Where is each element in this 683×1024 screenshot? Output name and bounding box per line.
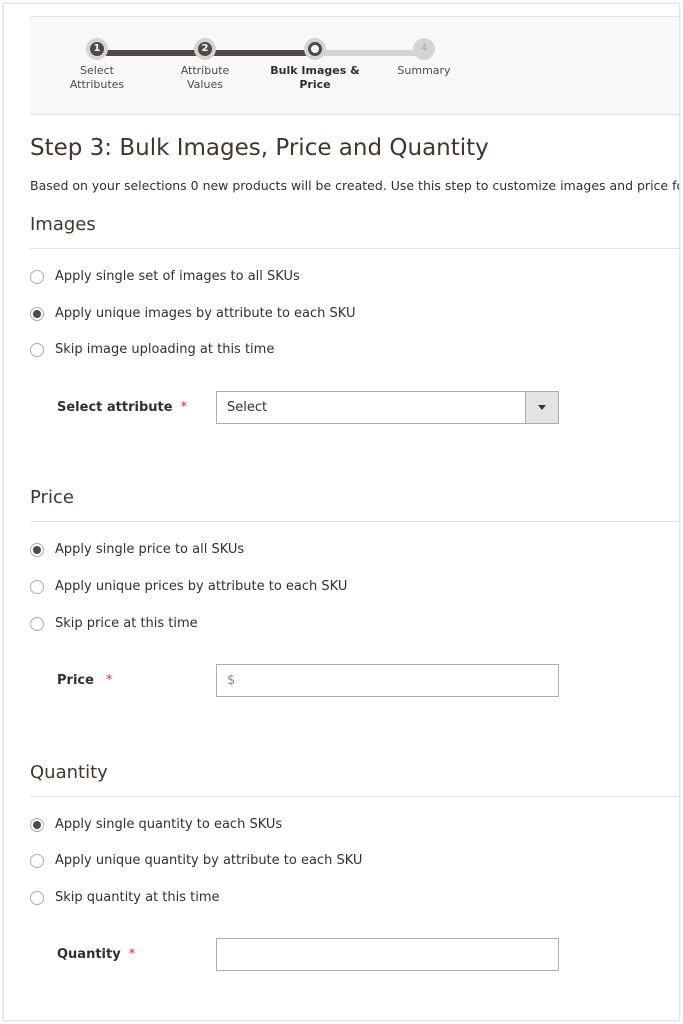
page-title: Step 3: Bulk Images, Price and Quantity <box>30 135 489 161</box>
price-option-single[interactable]: Apply single price to all SKUs <box>30 542 244 557</box>
dropdown-toggle[interactable] <box>525 392 558 423</box>
chevron-down-icon <box>538 405 546 410</box>
select-attribute-label: Select attribute * <box>57 400 188 415</box>
radio-button[interactable] <box>30 616 44 631</box>
price-option-skip[interactable]: Skip price at this time <box>30 616 198 631</box>
select-attribute-dropdown[interactable]: Select <box>216 391 559 424</box>
price-label: Price * <box>57 673 113 688</box>
step-4-marker-icon: 4 <box>413 38 435 60</box>
radio-button[interactable] <box>30 579 44 594</box>
required-asterisk: * <box>180 400 188 415</box>
step-3-current-marker-icon <box>304 38 326 60</box>
quantity-section-title: Quantity <box>30 762 108 783</box>
required-asterisk: * <box>105 673 113 688</box>
step-description: Based on your selections 0 new products … <box>30 178 679 193</box>
images-option-skip[interactable]: Skip image uploading at this time <box>30 342 274 357</box>
steps-wizard: 1 Select Attributes 2 Attribute Values B… <box>30 16 679 115</box>
wizard-step-attribute-values[interactable]: 2 Attribute Values <box>160 38 250 92</box>
quantity-option-single[interactable]: Apply single quantity to each SKUs <box>30 817 282 832</box>
radio-button-checked[interactable] <box>30 542 44 557</box>
radio-button-checked[interactable] <box>30 306 44 321</box>
section-divider <box>30 521 679 522</box>
radio-button[interactable] <box>30 342 44 357</box>
price-section-title: Price <box>30 487 74 508</box>
images-option-single-set[interactable]: Apply single set of images to all SKUs <box>30 269 300 284</box>
price-input[interactable]: $ <box>216 664 559 697</box>
price-option-unique-by-attribute[interactable]: Apply unique prices by attribute to each… <box>30 579 347 594</box>
radio-button[interactable] <box>30 890 44 905</box>
step-1-marker-icon: 1 <box>86 38 108 60</box>
page-frame: 1 Select Attributes 2 Attribute Values B… <box>3 3 680 1021</box>
wizard-step-select-attributes[interactable]: 1 Select Attributes <box>52 38 142 92</box>
currency-prefix: $ <box>227 673 236 688</box>
section-divider <box>30 248 679 249</box>
required-asterisk: * <box>128 947 136 962</box>
quantity-input[interactable] <box>216 938 559 971</box>
step-label: Attribute Values <box>180 64 230 91</box>
step-label: Bulk Images & Price <box>270 64 360 91</box>
quantity-label: Quantity * <box>57 947 136 962</box>
radio-button[interactable] <box>30 269 44 284</box>
step-2-marker-icon: 2 <box>194 38 216 60</box>
quantity-option-skip[interactable]: Skip quantity at this time <box>30 890 220 905</box>
images-section-title: Images <box>30 214 96 235</box>
wizard-step-bulk-images-price[interactable]: Bulk Images & Price <box>270 38 360 92</box>
wizard-step-summary[interactable]: 4 Summary <box>379 38 469 78</box>
radio-button[interactable] <box>30 853 44 868</box>
radio-button-checked[interactable] <box>30 817 44 832</box>
step-label: Summary <box>397 64 451 77</box>
images-option-unique-by-attribute[interactable]: Apply unique images by attribute to each… <box>30 306 355 321</box>
section-divider <box>30 796 679 797</box>
step-label: Select Attributes <box>69 64 125 91</box>
quantity-option-unique-by-attribute[interactable]: Apply unique quantity by attribute to ea… <box>30 853 362 868</box>
